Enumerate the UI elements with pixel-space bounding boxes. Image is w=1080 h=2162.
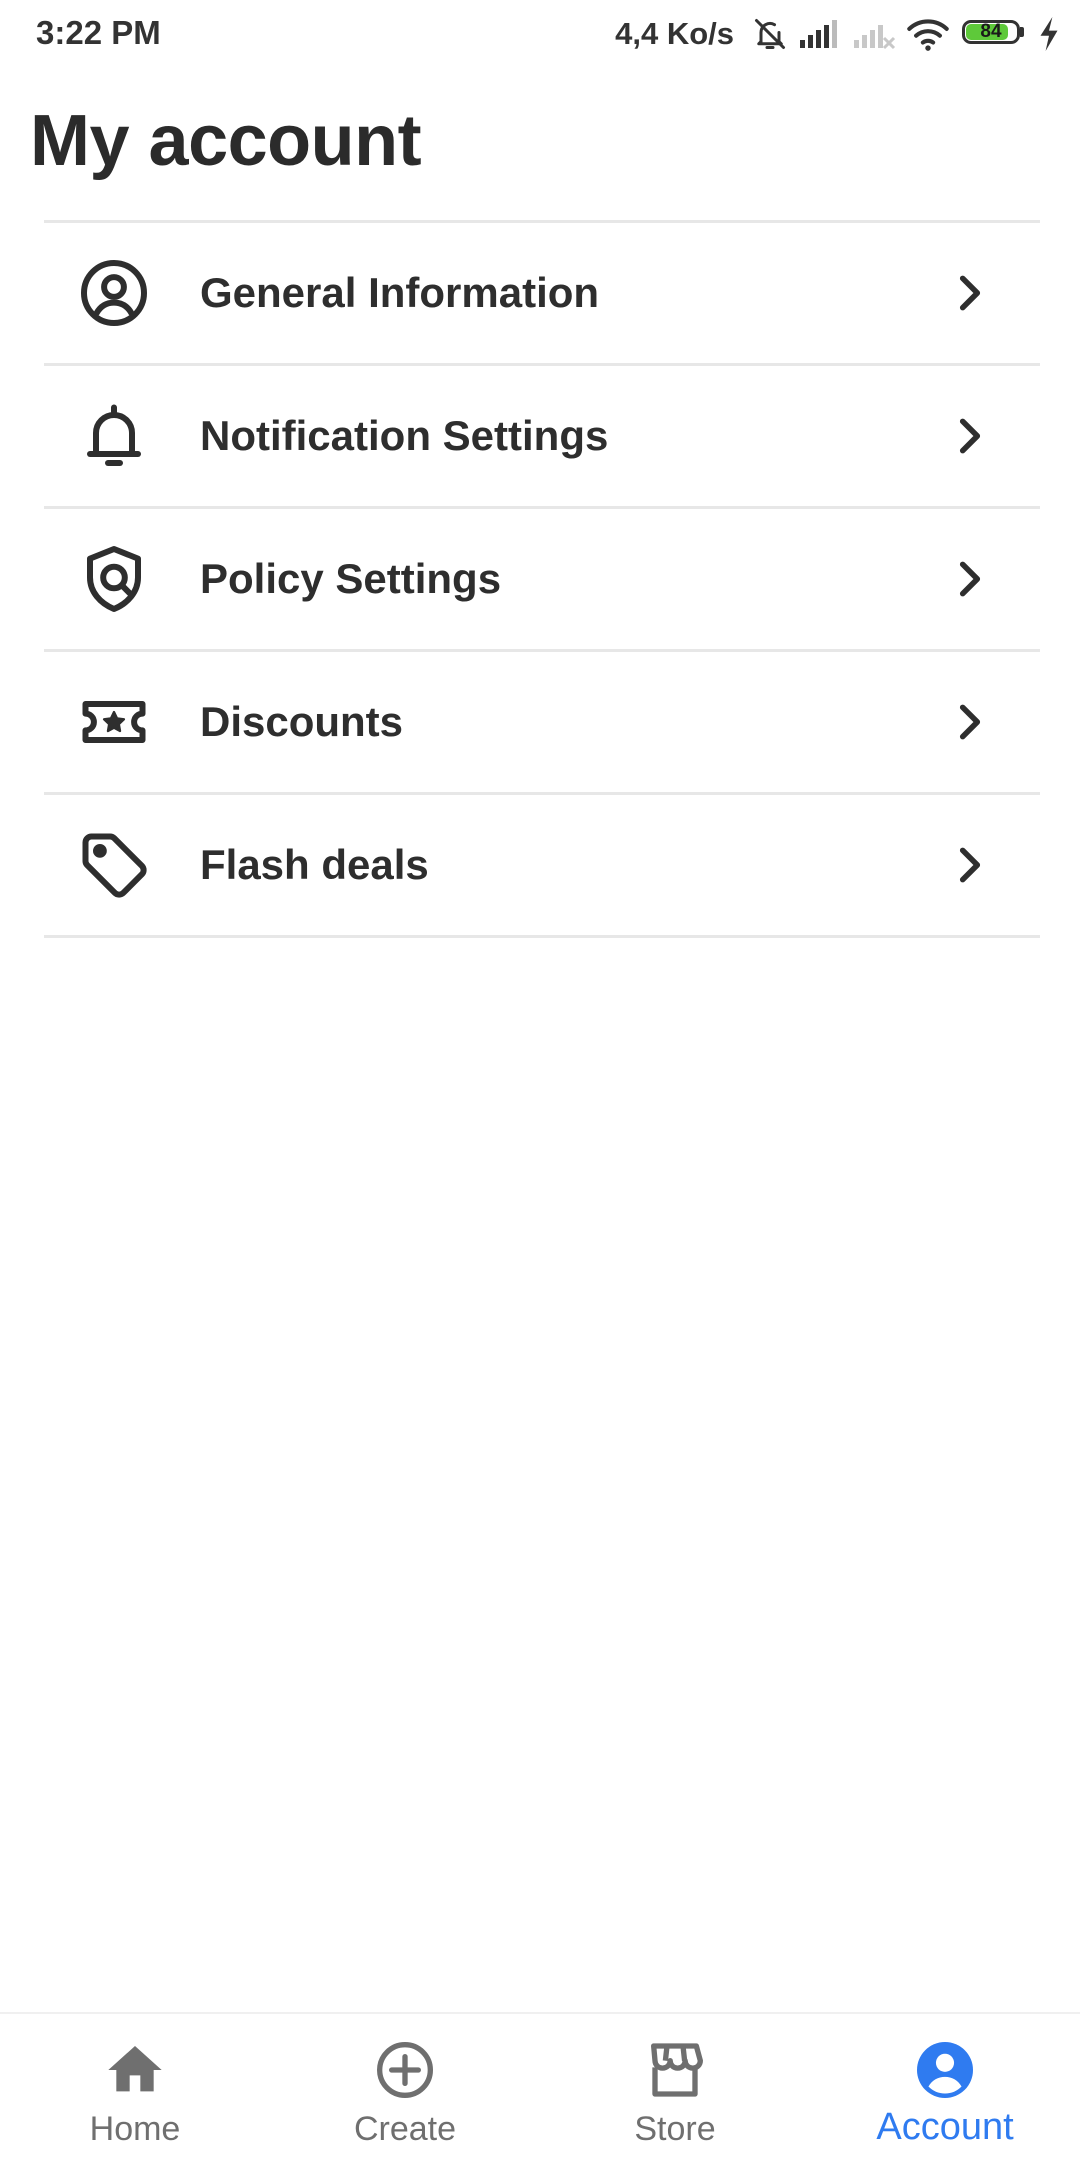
account-icon	[913, 2038, 977, 2102]
account-menu: General Information Notification Setting…	[44, 220, 1040, 938]
signal-empty-icon	[854, 25, 896, 50]
nav-tab-account[interactable]: Account	[810, 2014, 1080, 2162]
chevron-right-icon	[948, 557, 992, 601]
menu-item-notification-settings[interactable]: Notification Settings	[44, 366, 1040, 509]
nav-label: Store	[634, 2110, 716, 2148]
status-time: 3:22 PM	[36, 14, 161, 51]
nav-tab-create[interactable]: Create	[270, 2014, 540, 2162]
wifi-icon	[907, 19, 949, 51]
menu-item-flash-deals[interactable]: Flash deals	[44, 795, 1040, 938]
menu-item-label: Flash deals	[200, 841, 429, 888]
page-title: My account	[30, 101, 422, 181]
menu-item-label: Notification Settings	[200, 412, 609, 459]
menu-item-label: Discounts	[200, 698, 404, 745]
charging-icon	[1040, 17, 1058, 51]
plus-circle-icon	[373, 2038, 437, 2102]
menu-item-label: Policy Settings	[200, 555, 502, 602]
home-icon	[103, 2038, 167, 2102]
chevron-right-icon	[948, 843, 992, 887]
ticket-star-icon	[78, 686, 150, 758]
status-bar: 3:22 PM 4,4 Ko/s 84	[0, 0, 1080, 68]
tag-icon	[78, 829, 150, 901]
chevron-right-icon	[948, 414, 992, 458]
signal-icon	[800, 20, 837, 48]
bell-muted-icon	[755, 19, 785, 49]
store-icon	[643, 2038, 707, 2102]
nav-label: Account	[876, 2106, 1014, 2148]
menu-item-general-information[interactable]: General Information	[44, 223, 1040, 366]
nav-label: Home	[89, 2110, 181, 2148]
nav-tab-store[interactable]: Store	[540, 2014, 810, 2162]
nav-label: Create	[353, 2110, 457, 2148]
battery-level: 84	[980, 21, 1002, 42]
bell-icon	[78, 400, 150, 472]
menu-item-label: General Information	[200, 269, 600, 316]
chevron-right-icon	[948, 700, 992, 744]
menu-item-policy-settings[interactable]: Policy Settings	[44, 509, 1040, 652]
shield-icon	[78, 543, 150, 615]
status-icons: 4,4 Ko/s 84	[615, 14, 1060, 54]
menu-item-discounts[interactable]: Discounts	[44, 652, 1040, 795]
bottom-navigation: Home Create Store Account	[0, 2012, 1080, 2162]
user-circle-icon	[78, 257, 150, 329]
chevron-right-icon	[948, 271, 992, 315]
nav-tab-home[interactable]: Home	[0, 2014, 270, 2162]
network-speed: 4,4 Ko/s	[615, 16, 734, 51]
battery-icon: 84	[962, 20, 1028, 48]
